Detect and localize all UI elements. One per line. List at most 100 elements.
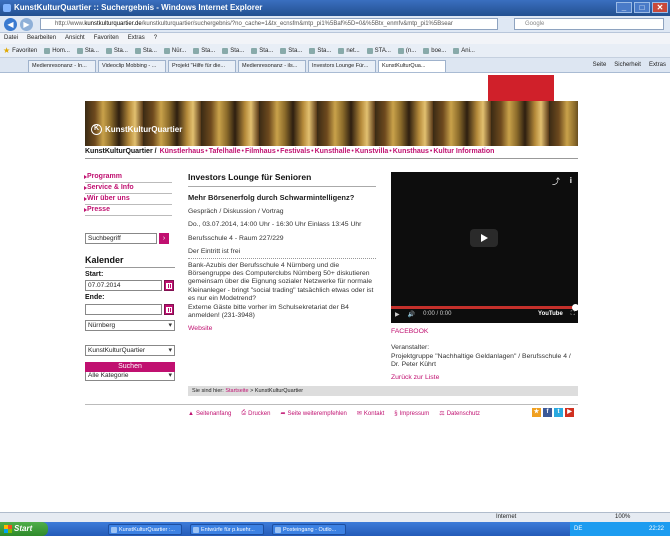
share-icon[interactable]: ⤴: [552, 176, 560, 187]
browser-tab[interactable]: Videoclip Mobbing - ...: [98, 60, 166, 72]
favorite-item[interactable]: STA...: [366, 44, 391, 57]
back-icon[interactable]: ◀: [4, 18, 17, 31]
menu-bearbeiten[interactable]: Bearbeiten: [27, 33, 56, 44]
footer-imprint-link[interactable]: § Impressum: [394, 410, 429, 417]
event-website-link[interactable]: Website: [188, 325, 212, 332]
volume-icon[interactable]: 🔊: [408, 311, 415, 318]
arrow-up-icon: ▲: [188, 410, 194, 417]
calendar-search-button[interactable]: Suchen: [85, 362, 175, 372]
youtube-logo[interactable]: YouTube: [538, 311, 563, 318]
end-date-input[interactable]: [85, 304, 162, 315]
window-title-bar[interactable]: KunstKulturQuartier :: Suchergebnis - Wi…: [0, 0, 670, 16]
topnav-kunsthaus[interactable]: Kunsthaus: [393, 146, 429, 158]
page-icon: [397, 47, 404, 54]
topnav-home[interactable]: KunstKulturQuartier /: [85, 146, 157, 158]
task-outlook[interactable]: Posteingang - Outlo...: [272, 524, 346, 535]
twitter-icon[interactable]: t: [554, 408, 563, 417]
facebook-icon[interactable]: f: [543, 408, 552, 417]
site-search-button[interactable]: ›: [159, 233, 169, 244]
back-to-list-link[interactable]: Zurück zur Liste: [391, 374, 578, 382]
task-drafts[interactable]: Entwürfe für p.kuehr...: [190, 524, 264, 535]
start-button[interactable]: Start: [0, 522, 48, 536]
browser-tab-active[interactable]: KunstKulturQua...: [378, 60, 446, 72]
play-icon[interactable]: [470, 229, 498, 247]
fullscreen-icon[interactable]: ⛶: [571, 311, 575, 318]
video-player[interactable]: ⤴ i ▶ 🔊 0:00 / 0:00 YouTube ⛶: [391, 172, 579, 323]
favorite-item[interactable]: Sta...: [134, 44, 157, 57]
favorite-item[interactable]: Hom...: [44, 44, 70, 57]
url-input[interactable]: http://www.kunstkulturquartier.de/kunstk…: [40, 18, 498, 30]
end-calendar-icon[interactable]: [164, 304, 174, 315]
topnav-kunstvilla[interactable]: Kunstvilla: [355, 146, 388, 158]
menu-extras[interactable]: Extras: [128, 33, 145, 44]
favorite-item[interactable]: Ani...: [453, 44, 475, 57]
tools-menu[interactable]: Extras: [649, 59, 666, 71]
browser-tab[interactable]: Investors Lounge Für...: [308, 60, 376, 72]
favorite-item[interactable]: Sta...: [280, 44, 302, 57]
task-kkq[interactable]: KunstKulturQuartier :...: [108, 524, 182, 535]
clock[interactable]: 22:22: [649, 526, 664, 532]
search-input[interactable]: Google: [514, 18, 664, 30]
topnav-filmhaus[interactable]: Filmhaus: [245, 146, 276, 158]
close-button[interactable]: ✕: [652, 2, 668, 13]
topnav-kultur-information[interactable]: Kultur Information: [433, 146, 494, 158]
menu-help[interactable]: ?: [154, 33, 157, 44]
top-navigation: KunstKulturQuartier / Künstlerhaus • Tafe…: [85, 146, 578, 159]
city-select[interactable]: Nürnberg: [85, 320, 175, 331]
page-icon: [134, 47, 141, 54]
sidenav-service-info[interactable]: Service & Info: [84, 183, 172, 194]
footer-top-link[interactable]: ▲ Seitenanfang: [188, 410, 231, 417]
info-icon[interactable]: i: [570, 176, 572, 185]
security-zone[interactable]: Internet: [496, 513, 516, 522]
facebook-link[interactable]: FACEBOOK: [391, 328, 578, 336]
site-logo[interactable]: K KunstKulturQuartier: [91, 124, 182, 135]
favorite-item[interactable]: Sta...: [251, 44, 273, 57]
maximize-button[interactable]: □: [634, 2, 650, 13]
security-menu[interactable]: Sicherheit: [614, 59, 641, 71]
menu-datei[interactable]: Datei: [4, 33, 18, 44]
breadcrumb: Sie sind hier: Startseite > KunstKulturQ…: [188, 386, 578, 396]
play-small-icon[interactable]: ▶: [395, 311, 400, 318]
start-date-input[interactable]: 07.07.2014: [85, 280, 162, 291]
site-search-input[interactable]: Suchbegriff: [85, 233, 157, 244]
favorite-item[interactable]: Sta...: [105, 44, 128, 57]
footer-recommend-link[interactable]: ➦ Seite weiterempfehlen: [280, 410, 346, 418]
breadcrumb-home-link[interactable]: Startseite: [225, 388, 248, 394]
footer-privacy-link[interactable]: ⚖ Datenschutz: [439, 410, 480, 418]
forward-icon[interactable]: ▶: [20, 18, 33, 31]
browser-tab[interactable]: Medienresonanz - ils...: [238, 60, 306, 72]
topnav-kunsthalle[interactable]: Kunsthalle: [315, 146, 351, 158]
minimize-button[interactable]: _: [616, 2, 632, 13]
video-progress-bar[interactable]: [391, 304, 579, 311]
footer-contact-link[interactable]: ✉ Kontakt: [357, 410, 384, 418]
status-bar: Internet 100%: [0, 512, 670, 522]
favorite-item[interactable]: Sta...: [193, 44, 215, 57]
venue-select[interactable]: KunstKulturQuartier: [85, 345, 175, 356]
footer-print-link[interactable]: ⎙ Drucken: [241, 410, 270, 417]
browser-tab[interactable]: Projekt "Hilfe für die...: [168, 60, 236, 72]
zoom-level[interactable]: 100%: [615, 513, 630, 522]
sidenav-wir-ueber-uns[interactable]: Wir über uns: [84, 194, 172, 205]
favorite-item[interactable]: Sta...: [309, 44, 331, 57]
favorites-button[interactable]: ★ Favoriten: [3, 44, 37, 57]
language-indicator[interactable]: DE: [574, 522, 582, 536]
topnav-festivals[interactable]: Festivals: [280, 146, 310, 158]
topnav-kuenstlerhaus[interactable]: Künstlerhaus: [160, 146, 205, 158]
menu-ansicht[interactable]: Ansicht: [65, 33, 85, 44]
favorite-item[interactable]: Sta...: [76, 44, 99, 57]
bookmark-icon[interactable]: ★: [532, 408, 541, 417]
topnav-tafelhalle[interactable]: Tafelhalle: [209, 146, 241, 158]
sidenav-programm[interactable]: Programm: [84, 172, 172, 183]
event-location: Berufsschule 4 - Raum 227/229: [188, 234, 284, 242]
page-menu[interactable]: Seite: [593, 59, 607, 71]
youtube-icon[interactable]: ▶: [565, 408, 574, 417]
favorite-item[interactable]: (n...: [397, 44, 416, 57]
menu-favoriten[interactable]: Favoriten: [94, 33, 119, 44]
favorite-item[interactable]: Nür...: [163, 44, 186, 57]
sidenav-presse[interactable]: Presse: [84, 205, 172, 216]
favorite-item[interactable]: Sta...: [222, 44, 244, 57]
favorite-item[interactable]: boe...: [423, 44, 446, 57]
favorite-item[interactable]: net...: [338, 44, 360, 57]
start-calendar-icon[interactable]: [164, 280, 174, 291]
browser-tab[interactable]: Medienresonanz - In...: [28, 60, 96, 72]
